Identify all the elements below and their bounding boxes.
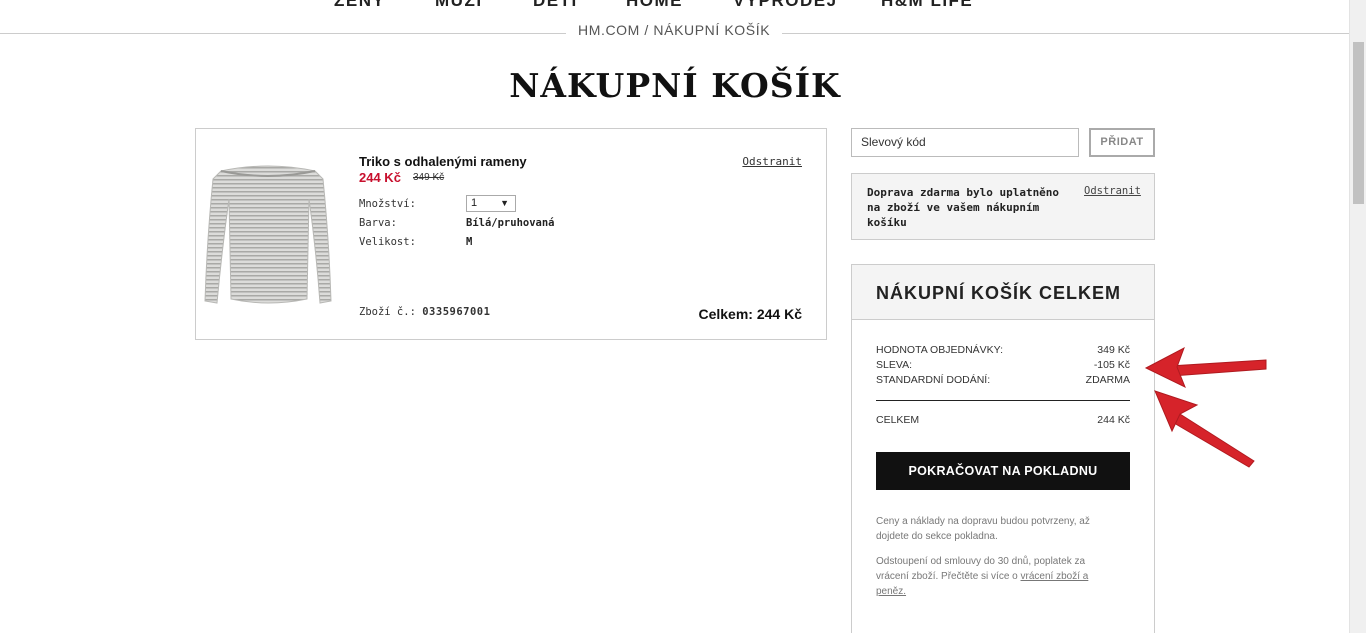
sku-value: 0335967001: [422, 306, 491, 318]
product-image[interactable]: [203, 159, 333, 309]
nav-item-deti[interactable]: DĚTI: [533, 0, 578, 11]
product-old-price: 349 Kč: [413, 172, 445, 183]
quantity-select[interactable]: 1 ▼: [466, 195, 516, 212]
discount-label: SLEVA:: [876, 359, 912, 371]
returns-note: Odstoupení od smlouvy do 30 dnů, poplate…: [876, 554, 1116, 599]
remove-promo-link[interactable]: Odstranit: [1084, 185, 1141, 197]
size-label: Velikost:: [359, 236, 416, 248]
color-label: Barva:: [359, 217, 397, 229]
total-label: CELKEM: [876, 414, 920, 426]
promo-applied-box: Doprava zdarma bylo uplatněno na zboží v…: [851, 173, 1155, 240]
coupon-code-input[interactable]: Slevový kód: [851, 128, 1079, 157]
sku-label: Zboží č.:: [359, 306, 416, 318]
nav-item-hm-life[interactable]: H&M LIFE: [881, 0, 973, 11]
summary-title: NÁKUPNÍ KOŠÍK CELKEM: [852, 265, 1154, 320]
shipping-label: STANDARDNÍ DODÁNÍ:: [876, 374, 991, 386]
cart-summary: NÁKUPNÍ KOŠÍK CELKEM HODNOTA OBJEDNÁVKY:…: [851, 264, 1155, 633]
checkout-button[interactable]: POKRAČOVAT NA POKLADNU: [876, 452, 1130, 490]
pricing-note: Ceny a náklady na dopravu budou potvrzen…: [876, 516, 1090, 542]
quantity-value: 1: [471, 197, 478, 209]
order-value: 349 Kč: [1097, 344, 1130, 356]
discount-value: -105 Kč: [1093, 359, 1130, 371]
shipping-row: STANDARDNÍ DODÁNÍ: ZDARMA: [876, 374, 1130, 386]
cart-item-card: Triko s odhalenými rameny 244 Kč 349 Kč …: [195, 128, 827, 340]
total-row: CELKEM 244 Kč: [876, 414, 1130, 426]
add-coupon-button[interactable]: PŘIDAT: [1089, 128, 1155, 157]
remove-item-link[interactable]: Odstranit: [742, 155, 802, 168]
product-price: 244 Kč: [359, 170, 401, 185]
product-name[interactable]: Triko s odhalenými rameny: [359, 154, 527, 169]
nav-item-zeny[interactable]: ŽENY: [334, 0, 385, 11]
order-value-row: HODNOTA OBJEDNÁVKY: 349 Kč: [876, 344, 1130, 356]
item-total: Celkem: 244 Kč: [698, 306, 802, 322]
main-nav: ŽENY MUŽI DĚTI HOME VÝPRODEJ H&M LIFE: [0, 0, 1350, 13]
promo-text: Doprava zdarma bylo uplatněno na zboží v…: [867, 186, 1060, 229]
page-scrollbar[interactable]: [1349, 0, 1366, 633]
discount-row: SLEVA: -105 Kč: [876, 359, 1130, 371]
breadcrumb-home-link[interactable]: HM.COM: [578, 22, 640, 38]
nav-item-home[interactable]: HOME: [626, 0, 683, 11]
nav-item-muzi[interactable]: MUŽI: [435, 0, 483, 11]
total-value: 244 Kč: [1097, 414, 1130, 426]
page-title: NÁKUPNÍ KOŠÍK: [509, 66, 841, 105]
scrollbar-thumb[interactable]: [1353, 42, 1364, 204]
breadcrumb: HM.COM / NÁKUPNÍ KOŠÍK: [566, 22, 783, 38]
nav-item-vyprodej[interactable]: VÝPRODEJ: [733, 0, 838, 11]
breadcrumb-separator: /: [639, 22, 654, 38]
shipping-value: ZDARMA: [1085, 374, 1130, 386]
size-value: M: [466, 236, 473, 248]
summary-divider: [876, 400, 1130, 401]
quantity-label: Množství:: [359, 198, 416, 210]
breadcrumb-current: NÁKUPNÍ KOŠÍK: [653, 22, 771, 38]
color-value: Bílá/pruhovaná: [466, 217, 555, 229]
order-value-label: HODNOTA OBJEDNÁVKY:: [876, 344, 1003, 356]
dropdown-arrow-icon: ▼: [500, 198, 509, 208]
product-sku: Zboží č.: 0335967001: [359, 306, 490, 318]
